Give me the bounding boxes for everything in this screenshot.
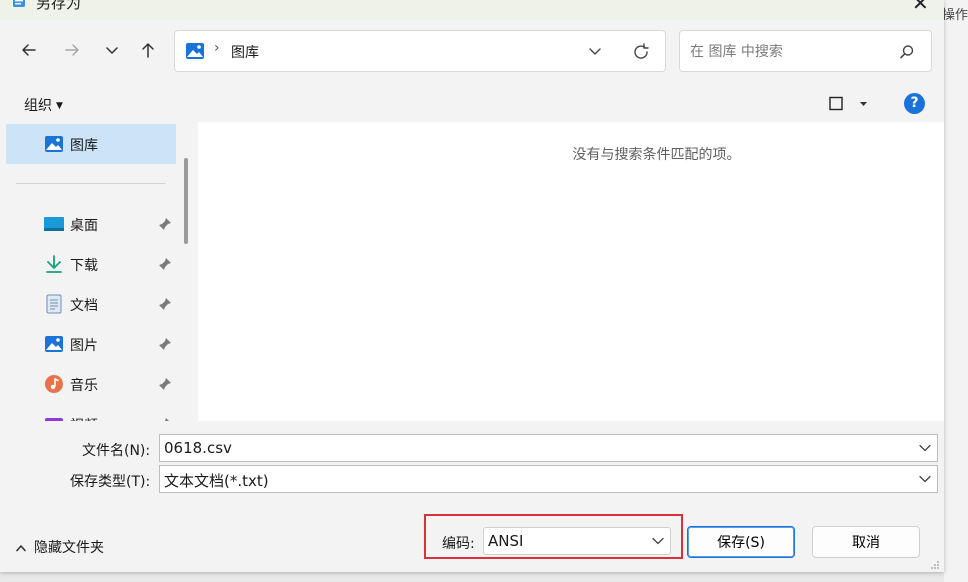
notepad-icon: [13, 0, 25, 7]
caret-down-icon: ▼: [56, 101, 63, 111]
chevron-up-icon: [16, 545, 26, 552]
encoding-select[interactable]: ANSI: [483, 527, 671, 555]
download-icon: [46, 255, 62, 273]
search-input[interactable]: [688, 40, 892, 64]
sidebar-item-label: 下载: [70, 258, 98, 274]
arrow-left-icon[interactable]: [19, 40, 39, 60]
pin-icon[interactable]: [158, 377, 172, 391]
filetype-label: 保存类型(T):: [70, 474, 151, 490]
title-bar: 另存为 ✕: [0, 0, 944, 20]
navigation-scrollbar[interactable]: [184, 158, 188, 244]
encoding-label: 编码:: [442, 536, 475, 552]
filetype-value: 文本文档(*.txt): [164, 472, 269, 490]
pin-icon[interactable]: [158, 297, 172, 311]
sidebar-item-documents[interactable]: 文档: [6, 284, 176, 324]
chevron-down-icon[interactable]: [652, 537, 664, 545]
arrow-right-icon[interactable]: [62, 40, 82, 60]
encoding-value: ANSI: [488, 532, 524, 550]
sidebar-item-label: 图片: [70, 338, 98, 354]
sidebar-item-pictures[interactable]: 图片: [6, 324, 176, 364]
chevron-down-icon[interactable]: [919, 444, 931, 452]
music-icon: [45, 375, 63, 393]
pin-icon[interactable]: [158, 337, 172, 351]
document-icon: [46, 294, 62, 314]
breadcrumb[interactable]: 图库: [231, 42, 259, 62]
empty-results-message: 没有与搜索条件匹配的项。: [572, 147, 741, 163]
arrow-up-icon[interactable]: [138, 40, 158, 60]
refresh-icon[interactable]: [631, 42, 651, 62]
dialog-title: 另存为: [36, 0, 82, 12]
filename-label: 文件名(N):: [82, 443, 151, 459]
organize-menu[interactable]: 组织 ▼: [24, 95, 63, 115]
sidebar-item-music[interactable]: 音乐: [6, 364, 176, 404]
gallery-icon: [186, 43, 204, 59]
search-box[interactable]: [679, 30, 932, 72]
search-icon[interactable]: [898, 43, 916, 61]
breadcrumb-separator: ›: [214, 40, 220, 56]
background-window: [944, 0, 968, 582]
close-icon[interactable]: ✕: [912, 0, 929, 15]
sidebar-item-label: 图库: [70, 138, 98, 154]
view-options-icon[interactable]: [828, 96, 868, 112]
resize-grip-icon[interactable]: [930, 560, 940, 570]
help-icon[interactable]: ?: [904, 93, 925, 114]
pin-icon[interactable]: [158, 217, 172, 231]
address-bar[interactable]: › 图库: [174, 30, 666, 72]
navigation-pane: 图库 桌面 下载 文档 图片 音乐: [0, 122, 196, 421]
gallery-icon: [45, 136, 63, 152]
navigation-row: › 图库: [0, 30, 944, 74]
desktop-icon: [44, 217, 64, 231]
filetype-select[interactable]: 文本文档(*.txt): [159, 465, 938, 493]
chevron-down-icon[interactable]: [919, 475, 931, 483]
background-menu-text: 操作: [942, 8, 968, 23]
pictures-icon: [45, 336, 63, 352]
sidebar-item-gallery[interactable]: 图库: [6, 124, 176, 164]
filename-field[interactable]: 0618.csv: [159, 434, 938, 462]
sidebar-item-label: 文档: [70, 298, 98, 314]
filename-value: 0618.csv: [164, 439, 232, 457]
chevron-down-icon[interactable]: [102, 40, 122, 60]
save-as-dialog: 另存为 ✕ › 图库 在 图库 中搜索 组织 ▼ ? 图库 桌面 下载 文档 图…: [0, 0, 944, 572]
hide-folders-toggle[interactable]: 隐藏文件夹: [16, 537, 104, 557]
pin-icon[interactable]: [158, 257, 172, 271]
file-list[interactable]: 没有与搜索条件匹配的项。: [198, 122, 944, 421]
sidebar-divider: [16, 183, 166, 184]
address-history-icon[interactable]: [587, 43, 603, 59]
sidebar-item-label: 桌面: [70, 218, 98, 234]
save-options-panel: 文件名(N): 0618.csv 保存类型(T): 文本文档(*.txt) 隐藏…: [0, 421, 944, 572]
cancel-button[interactable]: 取消: [812, 526, 920, 558]
sidebar-item-label: 音乐: [70, 378, 98, 394]
save-button[interactable]: 保存(S): [687, 526, 795, 558]
video-icon: [45, 418, 63, 421]
sidebar-item-desktop[interactable]: 桌面: [6, 204, 176, 244]
command-bar: 组织 ▼ ?: [0, 86, 944, 122]
sidebar-item-downloads[interactable]: 下载: [6, 244, 176, 284]
sidebar-item-videos[interactable]: 视频: [6, 404, 176, 421]
